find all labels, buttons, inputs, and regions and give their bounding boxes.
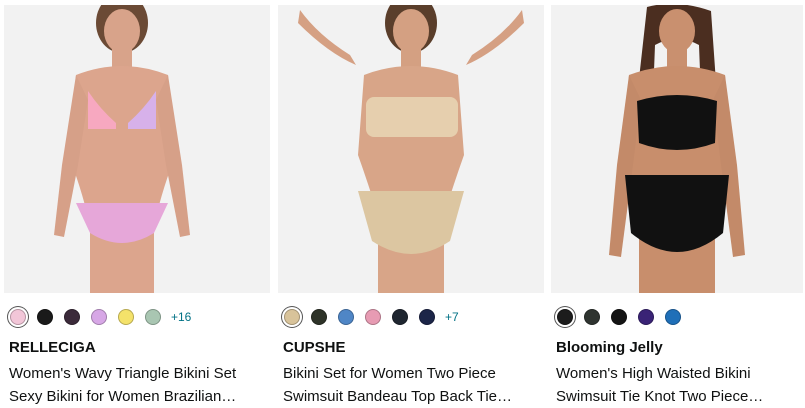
color-swatch[interactable] [284,309,300,325]
color-swatch[interactable] [338,309,354,325]
color-swatch[interactable] [365,309,381,325]
more-colors-link[interactable]: +16 [171,310,191,324]
color-swatches: +16 [10,306,191,328]
product-brand: RELLECIGA [9,339,96,356]
color-swatch[interactable] [37,309,53,325]
product-grid: +16 RELLECIGA Women's Wavy Triangle Biki… [0,0,805,408]
color-swatch[interactable] [392,309,408,325]
product-title[interactable]: Bikini Set for Women Two Piece Swimsuit … [283,362,538,408]
color-swatch[interactable] [584,309,600,325]
color-swatch[interactable] [665,309,681,325]
color-swatch[interactable] [311,309,327,325]
color-swatch[interactable] [611,309,627,325]
product-brand: CUPSHE [283,339,346,356]
product-title-line1[interactable]: Women's High Waisted Bikini [556,362,805,385]
product-brand: Blooming Jelly [556,339,663,356]
color-swatches [557,306,692,328]
product-photo [278,5,544,293]
product-card[interactable]: Blooming Jelly Women's High Waisted Biki… [551,0,803,408]
product-photo [4,5,270,293]
product-title[interactable]: Women's High Waisted Bikini Swimsuit Tie… [556,362,805,408]
product-title-line1[interactable]: Bikini Set for Women Two Piece [283,362,538,385]
product-title-line2[interactable]: Sexy Bikini for Women Brazilian… [9,385,264,408]
more-colors-link[interactable]: +7 [445,310,459,324]
product-image[interactable] [551,5,803,293]
color-swatch[interactable] [10,309,26,325]
product-card[interactable]: +7 CUPSHE Bikini Set for Women Two Piece… [278,0,544,408]
color-swatch[interactable] [638,309,654,325]
product-card[interactable]: +16 RELLECIGA Women's Wavy Triangle Biki… [4,0,270,408]
color-swatch[interactable] [91,309,107,325]
color-swatch[interactable] [419,309,435,325]
color-swatch[interactable] [557,309,573,325]
color-swatch[interactable] [64,309,80,325]
product-title-line1[interactable]: Women's Wavy Triangle Bikini Set [9,362,264,385]
color-swatch[interactable] [118,309,134,325]
product-image[interactable] [278,5,544,293]
product-title[interactable]: Women's Wavy Triangle Bikini Set Sexy Bi… [9,362,264,408]
product-title-line2[interactable]: Swimsuit Tie Knot Two Piece… [556,385,805,408]
product-image[interactable] [4,5,270,293]
product-title-line2[interactable]: Swimsuit Bandeau Top Back Tie… [283,385,538,408]
color-swatches: +7 [284,306,459,328]
color-swatch[interactable] [145,309,161,325]
product-photo [551,5,803,293]
